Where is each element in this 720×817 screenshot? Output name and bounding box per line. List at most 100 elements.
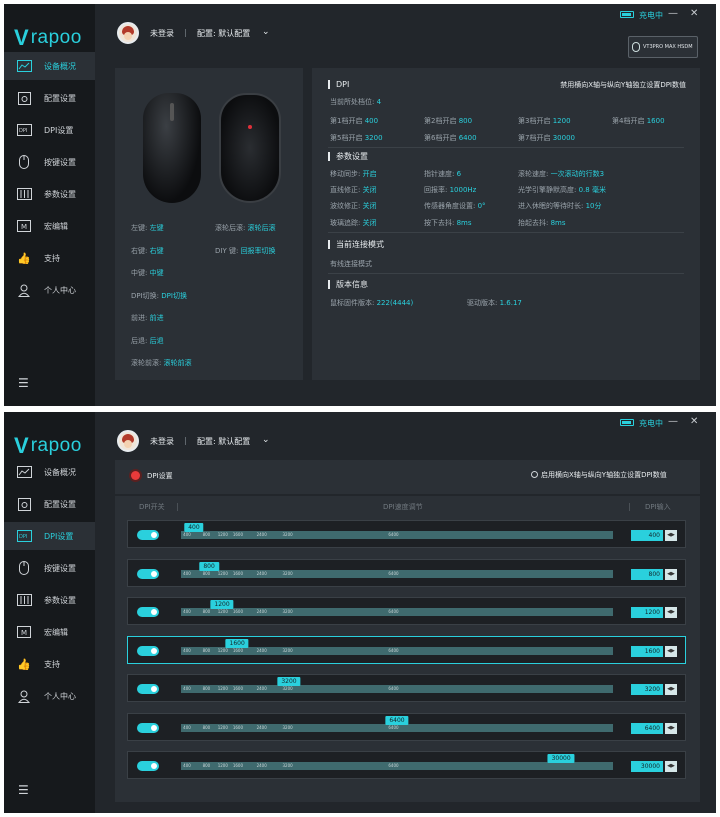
- config-selector[interactable]: 配置: 默认配置: [197, 28, 250, 39]
- logo-text: rapoo: [30, 435, 82, 456]
- dpi-stepper-arrows-icon[interactable]: ◀▶: [665, 645, 677, 657]
- chevron-down-icon[interactable]: ⌄: [262, 435, 270, 445]
- params-section-title: 参数设置: [328, 152, 368, 161]
- dpi-slider-track[interactable]: 400 800 1200 1600 2400 3200 6400 6400: [181, 715, 613, 732]
- dpi-row[interactable]: 400 800 1200 1600 2400 3200 6400 800 800 ◀▶: [127, 558, 686, 587]
- device-button[interactable]: VT3PRO MAX HSDM: [628, 36, 698, 58]
- minimize-icon[interactable]: —: [668, 8, 678, 19]
- dpi-input[interactable]: 1600: [631, 645, 663, 657]
- sidebar-item-params[interactable]: 参数设置: [4, 180, 95, 208]
- dpi-row[interactable]: 400 800 1200 1600 2400 3200 6400 1200 1200 ◀▶: [127, 597, 686, 625]
- chevron-down-icon[interactable]: ⌄: [262, 27, 270, 37]
- dpi-slider-handle[interactable]: 30000: [547, 754, 575, 763]
- dpi-slider-handle[interactable]: 1600: [225, 638, 249, 648]
- dpi-stepper-arrows-icon[interactable]: ◀▶: [665, 761, 677, 772]
- dpi-slider-track[interactable]: 400 800 1200 1600 2400 3200 6400 3200: [181, 677, 613, 693]
- dpi-row[interactable]: 400 800 1200 1600 2400 3200 6400 30000 30000 ◀▶: [127, 751, 686, 779]
- dpi-slider-track[interactable]: 400 800 1200 1600 2400 3200 6400 1600: [181, 638, 613, 655]
- macro-icon: M: [16, 625, 32, 639]
- dpi-toggle[interactable]: [137, 761, 159, 771]
- dpi-slider-track[interactable]: 400 800 1200 1600 2400 3200 6400 30000: [181, 754, 613, 770]
- col-header-input: DPI输入: [645, 503, 671, 511]
- sidebar-item-buttons[interactable]: 按键设置: [4, 554, 95, 582]
- dpi-tick-label: 1600: [232, 570, 244, 576]
- dpi-stepper-arrows-icon[interactable]: ◀▶: [665, 722, 677, 734]
- dpi-slider-handle[interactable]: 6400: [385, 715, 409, 725]
- mouse-panel: 左键: 左键 滚轮后滚: 滚轮后滚 右键: 右键 DIY 键: 回报率切换 中键…: [115, 68, 303, 380]
- divider: [328, 232, 684, 233]
- config-selector[interactable]: 配置: 默认配置: [197, 436, 250, 447]
- dpi-input[interactable]: 6400: [631, 722, 663, 734]
- login-status[interactable]: 未登录: [150, 28, 174, 39]
- dpi-toggle[interactable]: [137, 530, 159, 540]
- sidebar-item-config[interactable]: 配置设置: [4, 84, 95, 112]
- charging-status: 充电中: [639, 419, 663, 428]
- dpi-tick-label: 1200: [217, 763, 228, 768]
- sidebar-item-label: 参数设置: [44, 595, 76, 605]
- dpi-toggle[interactable]: [137, 568, 159, 579]
- sidebar-item-account[interactable]: 个人中心: [4, 682, 95, 710]
- dpi-input[interactable]: 1200: [631, 607, 663, 618]
- minimize-icon[interactable]: —: [668, 416, 678, 427]
- dpi-level-2: 第2档开启 800: [424, 117, 473, 125]
- dpi-slider-track[interactable]: 400 800 1200 1600 2400 3200 6400 1200: [181, 600, 613, 616]
- sidebar-item-label: 按键设置: [44, 157, 76, 167]
- dpi-toggle[interactable]: [137, 722, 159, 733]
- close-icon[interactable]: ✕: [690, 416, 698, 427]
- avatar[interactable]: [117, 22, 139, 44]
- param-glass: 玻璃追踪: 关闭: [330, 219, 377, 227]
- dpi-slider-handle[interactable]: 800: [199, 561, 219, 571]
- dpi-slider-handle[interactable]: 400: [184, 523, 204, 532]
- avatar[interactable]: [117, 430, 139, 452]
- thumbs-up-icon: 👍: [17, 251, 31, 265]
- dpi-stepper-arrows-icon[interactable]: ◀▶: [665, 530, 677, 541]
- login-status[interactable]: 未登录: [150, 436, 174, 447]
- dpi-slider-handle[interactable]: 3200: [277, 677, 301, 686]
- sidebar-item-dpi[interactable]: DPI DPI设置: [4, 522, 95, 550]
- dpi-row[interactable]: 400 800 1200 1600 2400 3200 6400 3200 3200 ◀▶: [127, 674, 686, 702]
- dpi-row[interactable]: 400 800 1200 1600 2400 3200 6400 1600 1600 ◀▶: [127, 635, 686, 664]
- sidebar-item-params[interactable]: 参数设置: [4, 586, 95, 614]
- dpi-input[interactable]: 400: [631, 530, 663, 541]
- dpi-toggle[interactable]: [137, 645, 159, 656]
- dpi-toggle[interactable]: [137, 607, 159, 617]
- sidebar-item-overview[interactable]: 设备概况: [4, 458, 95, 486]
- param-wheel-speed: 滚轮速度: 一次滚动的行数3: [518, 170, 605, 178]
- independent-axis-radio[interactable]: [531, 471, 538, 478]
- dpi-input[interactable]: 3200: [631, 684, 663, 695]
- dpi-tick-label: 3200: [282, 724, 293, 730]
- sidebar-item-macro[interactable]: M 宏编辑: [4, 212, 95, 240]
- current-level: 当前所处档位: 4: [330, 98, 382, 106]
- dpi-tick-label: 6400: [388, 647, 399, 653]
- dpi-input[interactable]: 30000: [631, 761, 663, 772]
- sidebar-item-support[interactable]: 👍 支持: [4, 650, 95, 678]
- sidebar-item-config[interactable]: 配置设置: [4, 490, 95, 518]
- sidebar-item-buttons[interactable]: 按键设置: [4, 148, 95, 176]
- logo-text: rapoo: [30, 27, 82, 48]
- sidebar-item-overview[interactable]: 设备概况: [4, 52, 95, 80]
- dpi-stepper-arrows-icon[interactable]: ◀▶: [665, 607, 677, 618]
- close-icon[interactable]: ✕: [690, 8, 698, 19]
- sidebar-item-support[interactable]: 👍 支持: [4, 244, 95, 272]
- dpi-slider-handle[interactable]: 1200: [210, 600, 234, 609]
- dpi-toggle[interactable]: [137, 684, 159, 694]
- dpi-input[interactable]: 800: [631, 568, 663, 580]
- dpi-tick-label: 6400: [388, 570, 399, 576]
- driver-version: 驱动版本: 1.6.17: [467, 299, 522, 307]
- dpi-level-1: 第1档开启 400: [330, 117, 379, 125]
- mouse-bottom-image: [219, 93, 281, 203]
- sidebar-item-dpi[interactable]: DPI DPI设置: [4, 116, 95, 144]
- dpi-stepper-arrows-icon[interactable]: ◀▶: [665, 568, 677, 580]
- sidebar-item-macro[interactable]: M 宏编辑: [4, 618, 95, 646]
- collapse-menu-icon[interactable]: ☰: [18, 783, 32, 797]
- dpi-slider-track[interactable]: 400 800 1200 1600 2400 3200 6400 400: [181, 523, 613, 539]
- dpi-tick-label: 1200: [217, 532, 228, 537]
- sidebar-item-label: 按键设置: [44, 563, 76, 573]
- dpi-row[interactable]: 400 800 1200 1600 2400 3200 6400 6400 6400 ◀▶: [127, 712, 686, 741]
- sidebar-item-account[interactable]: 个人中心: [4, 276, 95, 304]
- dpi-stepper-arrows-icon[interactable]: ◀▶: [665, 684, 677, 695]
- dpi-slider-track[interactable]: 400 800 1200 1600 2400 3200 6400 800: [181, 561, 613, 578]
- collapse-menu-icon[interactable]: ☰: [18, 376, 32, 390]
- key-diy: DIY 键: 回报率切换: [215, 247, 276, 255]
- dpi-row[interactable]: 400 800 1200 1600 2400 3200 6400 400 400 ◀▶: [127, 520, 686, 548]
